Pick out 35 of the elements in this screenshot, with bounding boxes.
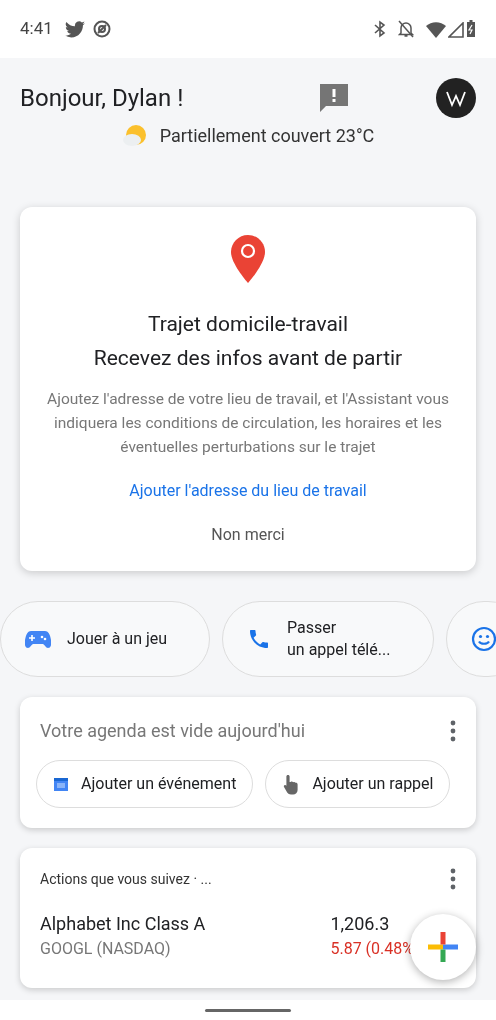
- more-options-icon[interactable]: [450, 719, 456, 742]
- partly-cloudy-icon: [121, 122, 148, 149]
- cell-signal-icon: [448, 22, 464, 38]
- wifi-icon: [426, 22, 446, 38]
- status-time: 4:41: [20, 17, 53, 41]
- phone-icon: [247, 627, 271, 651]
- card-title: Trajet domicile-travail: [147, 311, 349, 338]
- add-work-address-link[interactable]: Ajouter l'adresse du lieu de travail: [129, 479, 367, 503]
- card-description: Ajoutez l'adresse de votre lieu de travail, et l'Assistant vous indiquera les conditions de circulation, les horaires et les éventuelles perturbations sur le trajet: [46, 389, 450, 458]
- battery-icon: [466, 20, 476, 38]
- feedback-icon[interactable]: [317, 81, 351, 115]
- muted-bell-icon: [398, 20, 414, 38]
- map-pin-icon: [231, 235, 265, 283]
- card-subtitle: Recevez des infos avant de partir: [93, 345, 403, 372]
- home-indicator[interactable]: [205, 1008, 291, 1012]
- smiley-icon: [471, 626, 496, 652]
- bird-icon: [64, 20, 85, 38]
- agenda-title: Votre agenda est vide aujourd'hui: [40, 719, 306, 743]
- gamepad-icon: [25, 629, 51, 649]
- stocks-title: Actions que vous suivez · ...: [40, 869, 212, 889]
- stock-name: Alphabet Inc Class A: [40, 912, 206, 936]
- greeting: Bonjour, Dylan !: [20, 83, 184, 114]
- suggestion-chip[interactable]: Passer un appel télé...: [222, 601, 434, 677]
- no-thanks-button[interactable]: Non merci: [211, 523, 285, 547]
- weather-text: Partiellement couvert 23°C: [159, 124, 375, 148]
- bluetooth-icon: [374, 20, 386, 38]
- pointing-hand-icon: [282, 773, 301, 795]
- stock-change: 5.87 (0.48%: [330, 938, 414, 960]
- calendar-icon: [53, 776, 69, 792]
- stock-price: 1,206.3: [330, 912, 391, 936]
- suggestion-chip[interactable]: Jouer à un jeu: [0, 601, 210, 677]
- avatar[interactable]: [436, 78, 476, 118]
- stock-ticker: GOOGL (NASDAQ): [40, 938, 172, 960]
- more-options-icon[interactable]: [450, 868, 456, 890]
- plus-icon: [428, 932, 458, 962]
